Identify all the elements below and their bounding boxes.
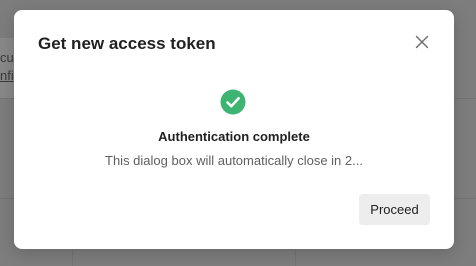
background-text: cu [0,50,14,65]
status-message: This dialog box will automatically close… [105,153,363,168]
access-token-dialog: Get new access token Authentication comp… [14,10,454,249]
check-circle-icon [220,89,246,115]
close-icon[interactable] [414,34,430,50]
dialog-title: Get new access token [38,34,216,53]
proceed-button[interactable]: Proceed [359,194,430,225]
status-title: Authentication complete [158,129,310,144]
